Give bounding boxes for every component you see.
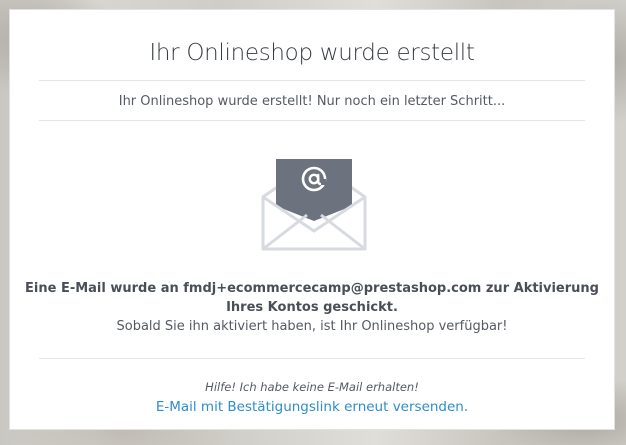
- dialog-subtitle: Ihr Onlineshop wurde erstellt! Nur noch …: [118, 94, 506, 109]
- activation-message: Eine E-Mail wurde an fmdj+ecommercecamp@…: [10, 279, 614, 336]
- footer-divider: [39, 358, 585, 359]
- title-divider: [39, 80, 585, 81]
- activation-message-line2: Ihres Kontos geschickt.: [226, 300, 398, 315]
- resend-email-link-container: E-Mail mit Bestätigungslink erneut verse…: [10, 399, 614, 415]
- activation-message-line1: Eine E-Mail wurde an fmdj+ecommercecamp@…: [25, 281, 599, 296]
- subtitle-divider: [39, 120, 585, 121]
- dialog-title: Ihr Onlineshop wurde erstellt: [149, 40, 475, 66]
- help-text: Hilfe! Ich habe keine E-Mail erhalten!: [205, 380, 419, 394]
- activation-message-line3: Sobald Sie ihn aktiviert haben, ist Ihr …: [116, 319, 508, 334]
- shop-created-dialog: Ihr Onlineshop wurde erstellt Ihr Online…: [9, 9, 615, 430]
- resend-email-link[interactable]: E-Mail mit Bestätigungslink erneut verse…: [156, 399, 468, 415]
- email-envelope-icon: [261, 159, 367, 251]
